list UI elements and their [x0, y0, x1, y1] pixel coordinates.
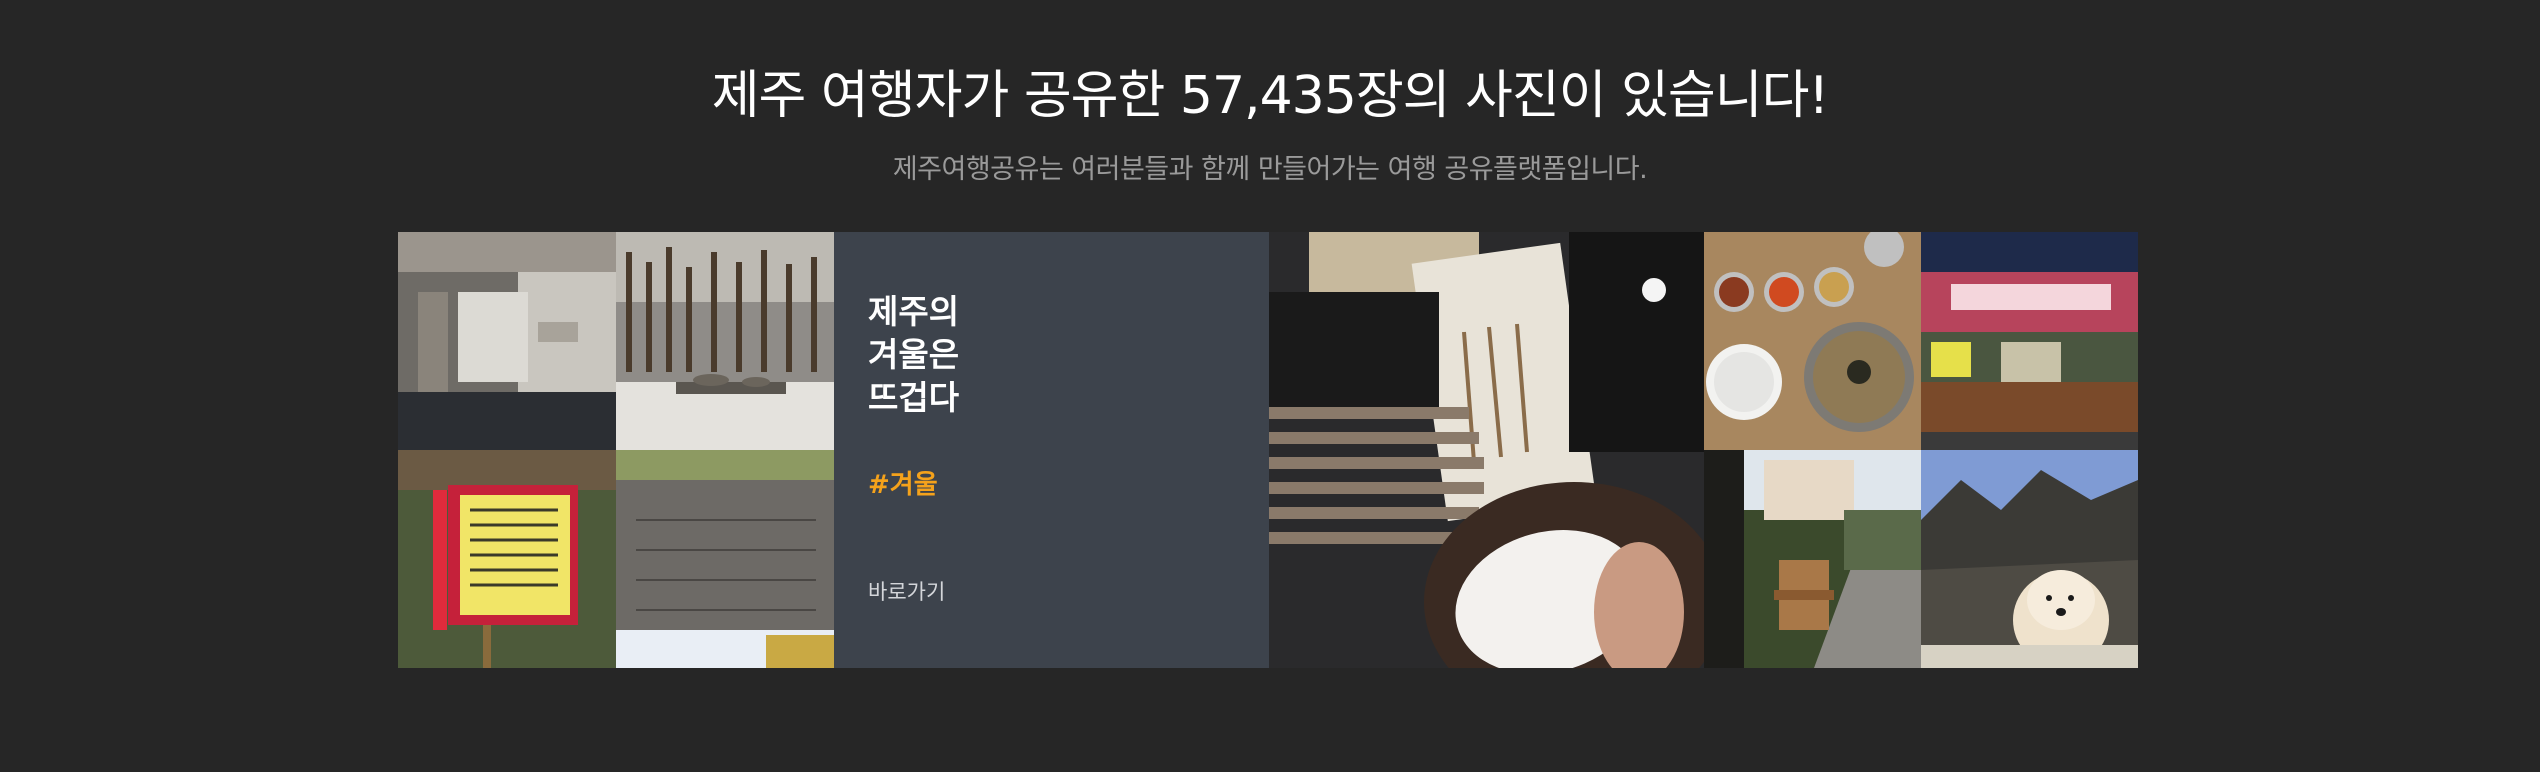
altar-photo-image [616, 232, 834, 450]
gallery-photo-garden[interactable] [1704, 450, 1921, 668]
notice-photo-image [398, 450, 616, 668]
section-headline: 제주 여행자가 공유한 57,435장의 사진이 있습니다! [711, 66, 1830, 126]
dog-photo-image [1921, 450, 2138, 668]
gallery-photo-meal[interactable] [1704, 232, 1921, 450]
gallery-photo-monument[interactable] [616, 450, 834, 668]
go-to-button[interactable]: 바로가기 [868, 577, 945, 607]
gallery-photo-storefront[interactable] [1921, 232, 2138, 450]
interior-photo-image [398, 232, 616, 450]
photo-gallery: 제주의 겨울은 뜨겁다 #겨울 바로가기 [398, 232, 2138, 668]
gallery-photo-altar[interactable] [616, 232, 834, 450]
featured-theme-card: 제주의 겨울은 뜨겁다 #겨울 바로가기 [834, 232, 1269, 668]
featured-theme-hashtag[interactable]: #겨울 [868, 467, 938, 503]
section-subheadline: 제주여행공유는 여러분들과 함께 만들어가는 여행 공유플랫폼입니다. [892, 154, 1648, 185]
gallery-photo-interior[interactable] [398, 232, 616, 450]
gallery-photo-dog[interactable] [1921, 450, 2138, 668]
featured-theme-title: 제주의 겨울은 뜨겁다 [868, 292, 960, 417]
gallery-photo-notice[interactable] [398, 450, 616, 668]
meal-photo-image [1704, 232, 1921, 450]
garden-photo-image [1704, 450, 1921, 668]
photo-share-section: 제주 여행자가 공유한 57,435장의 사진이 있습니다! 제주여행공유는 여… [0, 0, 2540, 772]
monument-photo-image [616, 450, 834, 668]
storefront-photo-image [1921, 232, 2138, 450]
gallery-photo-selfie[interactable] [1269, 232, 1704, 668]
selfie-photo-image [1269, 232, 1704, 668]
